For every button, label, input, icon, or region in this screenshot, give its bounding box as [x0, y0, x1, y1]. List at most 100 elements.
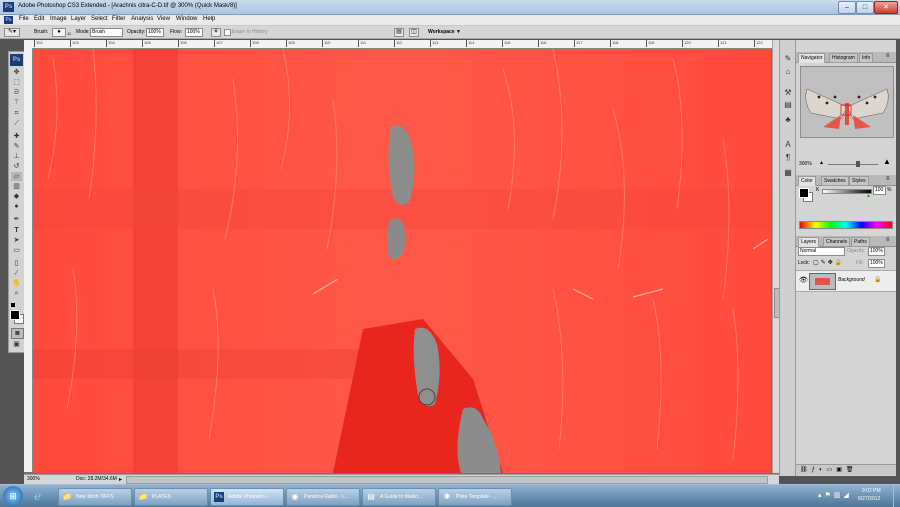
zoom-out-icon[interactable]: ▴: [820, 159, 823, 166]
color-spectrum-bar[interactable]: [799, 221, 893, 229]
tab-histogram[interactable]: Histogram: [829, 53, 858, 63]
taskbar-item-pandora[interactable]: ◉ Pandora Radio - L...: [286, 488, 360, 506]
eyedropper-icon[interactable]: ⁄: [11, 269, 22, 278]
navigator-slider-handle[interactable]: [856, 161, 860, 167]
brush-picker[interactable]: ●: [52, 28, 66, 37]
k-value-field[interactable]: 100: [873, 186, 886, 195]
fill-field[interactable]: 100%: [868, 259, 885, 268]
palette-well-icon[interactable]: ▤: [394, 28, 404, 37]
menu-image[interactable]: Image: [50, 16, 67, 22]
flow-field[interactable]: 100%: [185, 28, 203, 37]
quick-mask-icon[interactable]: ◙: [11, 328, 24, 339]
layers-footer-icons[interactable]: ⛓ƒ◐▭▣🗑: [800, 466, 858, 473]
menu-help[interactable]: Help: [203, 16, 215, 22]
tab-navigator[interactable]: Navigator: [798, 53, 826, 63]
healing-icon[interactable]: ✚: [11, 132, 22, 141]
move-icon[interactable]: ✥: [11, 68, 22, 77]
show-desktop-button[interactable]: [893, 485, 900, 507]
system-tray-icons[interactable]: ▴⚑▥◢: [818, 491, 852, 499]
hand-icon[interactable]: ✋: [11, 279, 22, 288]
workspace-button[interactable]: Workspace ▼: [428, 29, 461, 35]
color-fg-swatch[interactable]: [799, 188, 809, 198]
brushes-panel-icon[interactable]: ✎: [783, 54, 793, 64]
tab-info[interactable]: Info: [859, 53, 874, 63]
image-canvas[interactable]: [33, 49, 771, 473]
tool-preset-picker[interactable]: ✎▾: [4, 28, 20, 37]
paragraph-panel-icon[interactable]: ¶: [783, 153, 793, 163]
close-button[interactable]: ✕: [874, 1, 898, 14]
blur-icon[interactable]: ◆: [11, 192, 22, 201]
menu-layer[interactable]: Layer: [71, 16, 86, 22]
foreground-color-swatch[interactable]: [10, 310, 20, 320]
menu-select[interactable]: Select: [91, 16, 108, 22]
taskbar-item-guide[interactable]: ▤ A Guide to Makin...: [362, 488, 436, 506]
lasso-icon[interactable]: ᘐ: [11, 88, 22, 97]
navigator-zoom-field[interactable]: 300%: [799, 161, 812, 167]
start-button[interactable]: ⊞: [3, 486, 23, 506]
history-panel-icon[interactable]: ⚒: [783, 88, 793, 98]
k-slider[interactable]: [822, 189, 872, 194]
slice-icon[interactable]: ⟋: [11, 119, 22, 128]
blend-mode-select[interactable]: Normal: [798, 247, 845, 256]
taskbar-item-new-moth-tiffs[interactable]: 📁 New Moth TIFFS: [58, 488, 132, 506]
character-panel-icon[interactable]: A: [783, 140, 793, 150]
magic-wand-icon[interactable]: ⚚: [11, 98, 22, 107]
brush-icon[interactable]: ✎: [11, 142, 22, 151]
k-slider-handle[interactable]: ▲: [866, 193, 871, 199]
tab-paths[interactable]: Paths: [851, 237, 870, 247]
menu-filter[interactable]: Filter: [112, 16, 125, 22]
menu-analysis[interactable]: Analysis: [131, 16, 153, 22]
mode-select[interactable]: Brush: [90, 28, 123, 37]
taskbar-item-photoshop[interactable]: Ps Adobe Photosho...: [210, 488, 284, 506]
ps-menu-icon[interactable]: Ps: [4, 16, 13, 24]
maximize-button[interactable]: □: [856, 1, 874, 14]
clock-date[interactable]: 6/27/2012: [858, 496, 880, 502]
tab-channels[interactable]: Channels: [823, 237, 851, 247]
tab-color[interactable]: Color: [798, 176, 816, 186]
zoom-in-icon[interactable]: ▲: [883, 157, 891, 166]
erase-to-history-checkbox[interactable]: [224, 29, 231, 36]
color-panel-menu-icon[interactable]: ≡: [886, 176, 890, 182]
layer-comps-icon[interactable]: ▦: [783, 168, 793, 178]
marquee-icon[interactable]: ⬚: [11, 78, 22, 87]
pen-icon[interactable]: ✒: [11, 215, 22, 224]
tab-styles[interactable]: Styles: [849, 176, 869, 186]
title-bar[interactable]: Ps Adobe Photoshop CS3 Extended - [Arach…: [0, 0, 900, 15]
navigator-zoom-slider[interactable]: [828, 164, 878, 165]
minimize-button[interactable]: –: [838, 1, 856, 14]
taskbar-item-plate-template[interactable]: ✱ Plate Template - ...: [438, 488, 512, 506]
layer-visibility-eye-icon[interactable]: 👁: [799, 276, 808, 284]
actions-panel-icon[interactable]: ▤: [783, 100, 793, 110]
ie-icon[interactable]: ℯ: [34, 489, 41, 503]
tool-presets-icon[interactable]: ⌂: [783, 67, 793, 77]
zoom-icon[interactable]: ⌕: [11, 289, 22, 298]
menu-edit[interactable]: Edit: [34, 16, 44, 22]
tab-swatches[interactable]: Swatches: [821, 176, 849, 186]
type-icon[interactable]: T: [11, 226, 22, 235]
path-select-icon[interactable]: ➤: [11, 236, 22, 245]
menu-view[interactable]: View: [157, 16, 170, 22]
gradient-icon[interactable]: ▥: [11, 182, 22, 191]
airbrush-icon[interactable]: ⚘: [211, 28, 221, 37]
history-brush-icon[interactable]: ↺: [11, 162, 22, 171]
layer-row-background[interactable]: 👁 Background 🔒: [796, 270, 896, 292]
navigator-thumbnail[interactable]: [800, 66, 894, 138]
menu-window[interactable]: Window: [176, 16, 197, 22]
horizontal-scrollbar[interactable]: [126, 476, 768, 484]
eraser-icon[interactable]: ▱: [11, 172, 22, 181]
default-colors-icon[interactable]: [11, 303, 15, 307]
layers-panel-menu-icon[interactable]: ≡: [886, 237, 890, 243]
dodge-icon[interactable]: ●: [11, 202, 22, 211]
screen-mode-icon[interactable]: ▣: [11, 340, 22, 349]
opacity-field[interactable]: 100%: [146, 28, 164, 37]
lock-icons[interactable]: ▢✎✥🔒: [813, 259, 844, 266]
status-menu-icon[interactable]: ▸: [119, 476, 122, 483]
panel-menu-icon[interactable]: ≡: [886, 53, 890, 59]
layer-opacity-field[interactable]: 100%: [868, 247, 885, 256]
tab-layers[interactable]: Layers: [798, 237, 820, 247]
bridge-icon[interactable]: ◫: [409, 28, 419, 37]
taskbar-item-plates[interactable]: 📁 PLATES: [134, 488, 208, 506]
notes-icon[interactable]: ▯: [11, 259, 22, 268]
clock-time[interactable]: 9:02 PM: [862, 488, 881, 494]
stamp-icon[interactable]: ⊥: [11, 152, 22, 161]
